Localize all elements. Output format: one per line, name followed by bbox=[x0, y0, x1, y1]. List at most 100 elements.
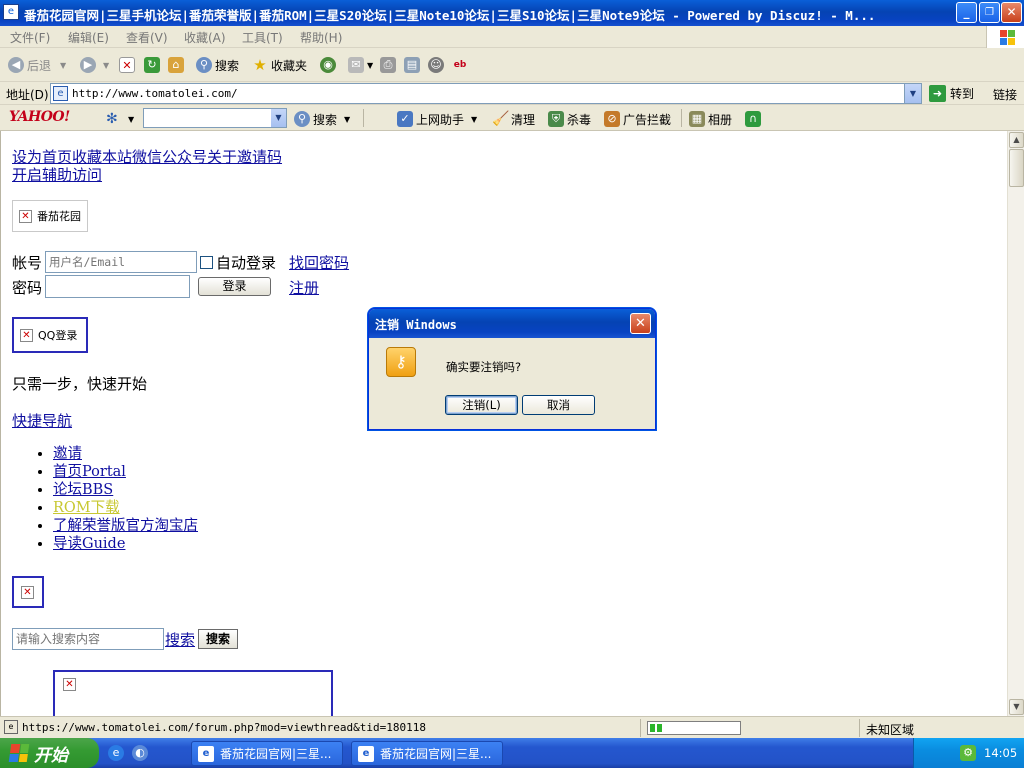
go-button[interactable]: ➜ 转到 bbox=[929, 84, 974, 103]
toolbar-separator bbox=[363, 109, 364, 127]
refresh-button[interactable]: ↻ bbox=[144, 55, 160, 75]
menu-edit[interactable]: 编辑(E) bbox=[68, 29, 109, 46]
nav-link-invite[interactable]: 邀请 bbox=[53, 446, 82, 462]
yahoo-flower-icon[interactable]: ✻ bbox=[106, 110, 118, 128]
go-label: 转到 bbox=[950, 87, 975, 101]
account-label: 帐号 bbox=[12, 254, 43, 272]
ie-quicklaunch-icon[interactable]: e bbox=[108, 745, 124, 761]
nav-link-rom[interactable]: ROM下载 bbox=[53, 500, 120, 516]
logoff-button[interactable]: 注销(L) bbox=[445, 395, 518, 415]
assistant-dropdown-icon[interactable]: ▼ bbox=[471, 115, 477, 124]
username-input[interactable] bbox=[45, 251, 197, 273]
menu-view[interactable]: 查看(V) bbox=[126, 29, 168, 46]
print-button[interactable]: ⎙ bbox=[380, 55, 396, 75]
star-icon: ★ bbox=[253, 56, 267, 74]
login-button[interactable]: 登录 bbox=[198, 277, 271, 296]
mail-dropdown-icon[interactable]: ▼ bbox=[367, 61, 373, 70]
nav-link-bbs[interactable]: 论坛BBS bbox=[53, 482, 113, 498]
yahoo-search-dropdown-arrow-icon[interactable]: ▼ bbox=[344, 115, 350, 124]
address-dropdown-icon[interactable]: ▼ bbox=[904, 84, 921, 103]
yahoo-search-button[interactable]: ⚲ 搜索 ▼ bbox=[294, 110, 350, 128]
windows-flag-icon bbox=[8, 744, 30, 762]
minimize-button[interactable]: _ bbox=[956, 2, 977, 23]
yahoo-search-dropdown-icon[interactable]: ▼ bbox=[271, 109, 286, 127]
antivirus-button[interactable]: ⛨ 杀毒 bbox=[548, 110, 591, 128]
menu-file[interactable]: 文件(F) bbox=[10, 29, 50, 46]
refresh-icon: ↻ bbox=[144, 57, 160, 73]
maximize-button[interactable]: ❐ bbox=[979, 2, 1000, 23]
status-url: https://www.tomatolei.com/forum.php?mod=… bbox=[22, 721, 426, 734]
banner-image[interactable]: ✕ bbox=[53, 670, 333, 716]
vertical-scrollbar[interactable]: ▲ ▼ bbox=[1007, 131, 1024, 716]
start-label: 开始 bbox=[34, 745, 68, 766]
clock[interactable]: 14:05 bbox=[984, 746, 1017, 760]
favorites-button[interactable]: ★ 收藏夹 bbox=[252, 55, 307, 75]
yahoo-logo[interactable]: YAHOO! bbox=[9, 109, 70, 125]
task-label: 番茄花园官网|三星... bbox=[220, 747, 332, 761]
start-button[interactable]: 开始 bbox=[0, 738, 99, 768]
site-search-input[interactable] bbox=[12, 628, 164, 650]
stop-button[interactable]: ✕ bbox=[119, 55, 135, 75]
site-search-link[interactable]: 搜索 bbox=[165, 629, 195, 650]
dialog-close-button[interactable]: ✕ bbox=[630, 313, 651, 334]
menu-tools[interactable]: 工具(T) bbox=[242, 29, 283, 46]
messenger-button[interactable]: ☺ bbox=[428, 55, 444, 75]
system-tray: ⚙ 14:05 bbox=[913, 738, 1024, 768]
password-input[interactable] bbox=[45, 275, 190, 298]
logoff-dialog: 注销 Windows ✕ ⚷ 确实要注销吗? 注销(L) 取消 bbox=[368, 308, 656, 430]
home-button[interactable]: ⌂ bbox=[168, 55, 184, 75]
clean-button[interactable]: 🧹 清理 bbox=[492, 110, 535, 128]
links-button[interactable]: 链接 bbox=[993, 86, 1017, 103]
forgot-password-link[interactable]: 找回密码 bbox=[289, 252, 349, 273]
tray-safely-remove-icon[interactable]: ⚙ bbox=[960, 745, 976, 761]
music-button[interactable]: ∩ bbox=[745, 110, 761, 128]
cancel-button[interactable]: 取消 bbox=[522, 395, 595, 415]
site-logo-image[interactable]: ✕ 番茄花园 bbox=[12, 200, 88, 232]
yahoo-menu-dropdown-icon[interactable]: ▼ bbox=[128, 110, 134, 128]
broken-image[interactable]: ✕ bbox=[12, 576, 44, 608]
forward-dropdown-icon[interactable]: ▼ bbox=[103, 61, 109, 70]
ie-task-icon: e bbox=[198, 745, 214, 762]
autologin-option[interactable]: 自动登录 bbox=[200, 252, 276, 273]
scroll-thumb[interactable] bbox=[1009, 149, 1024, 187]
back-button[interactable]: ◀ 后退 ▼ bbox=[8, 55, 66, 75]
menu-help[interactable]: 帮助(H) bbox=[300, 29, 342, 46]
dialog-title-bar[interactable]: 注销 Windows bbox=[369, 309, 655, 338]
address-input[interactable]: e http://www.tomatolei.com/ ▼ bbox=[50, 83, 922, 104]
back-dropdown-icon[interactable]: ▼ bbox=[60, 61, 66, 70]
taskbar: 开始 e ◐ e 番茄花园官网|三星... e 番茄花园官网|三星... ▭ ⚙… bbox=[0, 738, 1024, 768]
qq-login-image[interactable]: ✕ QQ登录 bbox=[12, 317, 88, 353]
back-label: 后退 bbox=[27, 58, 52, 73]
forward-button[interactable]: ▶ ▼ bbox=[80, 55, 109, 75]
dialog-title: 注销 Windows bbox=[375, 318, 457, 332]
media-button[interactable]: ◉ bbox=[320, 55, 336, 75]
home-icon: ⌂ bbox=[168, 57, 184, 73]
mail-button[interactable]: ✉ ▼ bbox=[348, 55, 373, 75]
task-button-browser-2[interactable]: e 番茄花园官网|三星... bbox=[351, 741, 503, 766]
menu-favorites[interactable]: 收藏(A) bbox=[184, 29, 226, 46]
window-title-bar[interactable]: e 番茄花园官网|三星手机论坛|番茄荣誉版|番茄ROM|三星S20论坛|三星No… bbox=[0, 0, 1024, 26]
ebay-button[interactable]: eb bbox=[452, 55, 468, 75]
desktop-quicklaunch-icon[interactable]: ◐ bbox=[132, 745, 148, 761]
quick-nav-link[interactable]: 快捷导航 bbox=[12, 410, 72, 431]
album-button[interactable]: ▦ 相册 bbox=[689, 110, 732, 128]
register-link[interactable]: 注册 bbox=[289, 277, 319, 298]
site-search-button[interactable]: 搜索 bbox=[198, 629, 238, 649]
scroll-down-icon[interactable]: ▼ bbox=[1009, 699, 1024, 715]
nav-link-taobao[interactable]: 了解荣誉版官方淘宝店 bbox=[53, 518, 198, 534]
nav-link-guide[interactable]: 导读Guide bbox=[53, 536, 125, 552]
security-zone: 未知区域 bbox=[866, 723, 915, 737]
task-button-browser-1[interactable]: e 番茄花园官网|三星... bbox=[191, 741, 343, 766]
address-url[interactable]: http://www.tomatolei.com/ bbox=[72, 87, 238, 100]
accessibility-link[interactable]: 开启辅助访问 bbox=[12, 164, 102, 185]
scroll-up-icon[interactable]: ▲ bbox=[1009, 132, 1024, 148]
autologin-checkbox[interactable] bbox=[200, 256, 213, 269]
close-button[interactable]: ✕ bbox=[1001, 2, 1022, 23]
antivirus-label: 杀毒 bbox=[567, 112, 592, 127]
nav-link-portal[interactable]: 首页Portal bbox=[53, 464, 126, 480]
adblock-button[interactable]: ⊘ 广告拦截 bbox=[604, 110, 671, 128]
search-button[interactable]: ⚲ 搜索 bbox=[196, 55, 239, 75]
assistant-button[interactable]: ✓ 上网助手 ▼ bbox=[397, 110, 477, 128]
yahoo-search-input[interactable]: ▼ bbox=[143, 108, 287, 128]
edit-button[interactable]: ▤ bbox=[404, 55, 420, 75]
